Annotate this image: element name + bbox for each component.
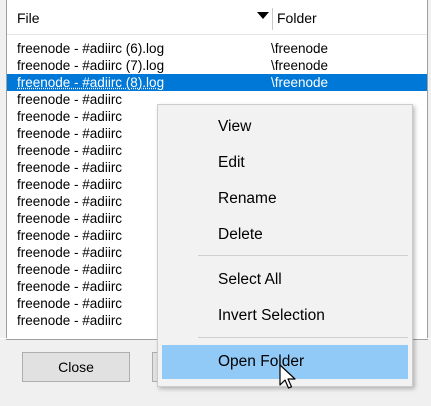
- file-name: freenode - #adiirc: [17, 296, 123, 311]
- file-name: freenode - #adiirc (8).log: [17, 75, 165, 90]
- menu-item-rename[interactable]: Rename: [162, 182, 408, 216]
- folder-name: \freenode: [271, 58, 329, 73]
- file-name: freenode - #adiirc: [17, 160, 123, 175]
- menu-item-view[interactable]: View: [162, 110, 408, 144]
- file-name: freenode - #adiirc: [17, 194, 123, 209]
- file-name: freenode - #adiirc (6).log: [17, 41, 165, 56]
- list-item[interactable]: freenode - #adiirc (7).log \freenode: [7, 57, 427, 74]
- list-item[interactable]: freenode - #adiirc (6).log \freenode: [7, 40, 427, 57]
- file-name: freenode - #adiirc: [17, 313, 123, 328]
- column-header-folder[interactable]: Folder: [277, 10, 317, 26]
- list-header: File Folder: [7, 0, 427, 35]
- folder-name: \freenode: [271, 41, 329, 56]
- file-name: freenode - #adiirc: [17, 262, 123, 277]
- menu-separator: [198, 337, 408, 338]
- menu-item-invert-selection[interactable]: Invert Selection: [162, 299, 408, 333]
- column-divider[interactable]: [272, 8, 273, 30]
- close-button[interactable]: Close: [22, 352, 130, 382]
- menu-item-delete[interactable]: Delete: [162, 218, 408, 252]
- list-item[interactable]: freenode - #adiirc (8).log \freenode: [7, 74, 427, 91]
- file-name: freenode - #adiirc: [17, 177, 123, 192]
- file-name: freenode - #adiirc (7).log: [17, 58, 165, 73]
- folder-name: \freenode: [271, 75, 329, 90]
- sort-descending-icon: [257, 12, 269, 19]
- mouse-cursor-icon: [279, 364, 296, 389]
- file-name: freenode - #adiirc: [17, 109, 123, 124]
- menu-separator: [198, 255, 408, 256]
- file-name: freenode - #adiirc: [17, 228, 123, 243]
- menu-item-select-all[interactable]: Select All: [162, 263, 408, 297]
- context-menu: View Edit Rename Delete Select All Invert Sel…: [157, 104, 413, 387]
- file-name: freenode - #adiirc: [17, 92, 123, 107]
- file-name: freenode - #adiirc: [17, 245, 123, 260]
- menu-item-edit[interactable]: Edit: [162, 146, 408, 180]
- file-name: freenode - #adiirc: [17, 126, 123, 141]
- file-name: freenode - #adiirc: [17, 279, 123, 294]
- column-header-file[interactable]: File: [17, 10, 40, 26]
- file-name: freenode - #adiirc: [17, 143, 123, 158]
- file-name: freenode - #adiirc: [17, 211, 123, 226]
